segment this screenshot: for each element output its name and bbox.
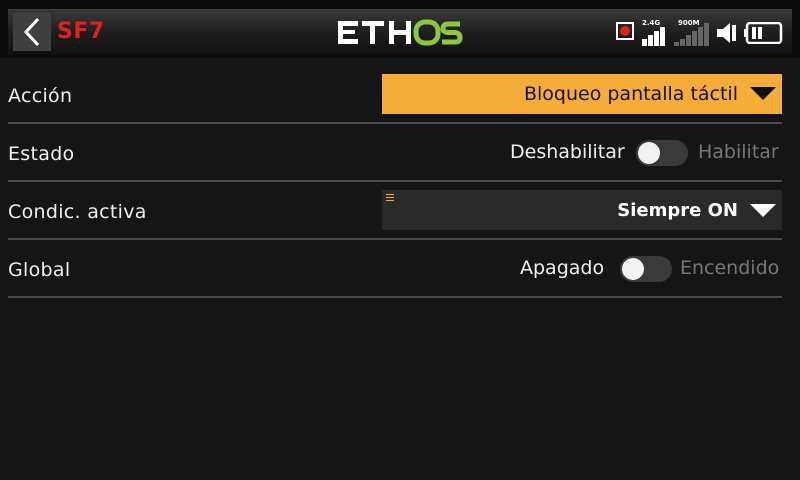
active-condition-value: Siempre ON <box>617 200 738 221</box>
chevron-left-icon <box>23 17 40 47</box>
dropdown-caret-icon <box>750 87 776 100</box>
record-icon <box>616 22 634 40</box>
toggle-knob <box>638 142 660 164</box>
global-toggle[interactable] <box>620 256 672 282</box>
row-accion: Acción Bloqueo pantalla táctil <box>8 66 782 124</box>
speaker-icon <box>717 23 736 43</box>
estado-label: Estado <box>8 143 75 165</box>
condicion-label: Condic. activa <box>8 201 147 223</box>
rf-24g-signal-icon: 2.4G <box>640 16 666 46</box>
action-select-value: Bloqueo pantalla táctil <box>523 83 738 105</box>
estado-off-label: Deshabilitar <box>510 141 625 163</box>
back-button[interactable] <box>13 13 51 51</box>
estado-toggle-group: Deshabilitar Habilitar <box>508 140 782 168</box>
global-off-label: Apagado <box>520 257 605 279</box>
row-estado: Estado Deshabilitar Habilitar <box>8 124 782 182</box>
battery-icon <box>744 22 783 44</box>
global-label: Global <box>8 259 71 281</box>
accion-label: Acción <box>8 85 73 107</box>
action-select[interactable]: Bloqueo pantalla táctil <box>382 74 782 114</box>
active-condition-select[interactable]: Siempre ON <box>382 190 782 230</box>
estado-toggle[interactable] <box>636 140 688 166</box>
status-icons: 2.4G 900M <box>612 16 788 48</box>
menu-lines-icon <box>386 194 394 201</box>
row-condicion-activa: Condic. activa Siempre ON <box>8 182 782 240</box>
rf-24g-label: 2.4G <box>642 19 661 27</box>
dropdown-caret-icon <box>750 204 776 217</box>
row-global: Global Apagado Encendido <box>8 240 782 298</box>
rf-900m-label: 900M <box>678 19 700 27</box>
top-bar: SF7 2.4G 900M <box>0 0 800 58</box>
toggle-knob <box>622 258 644 280</box>
global-toggle-group: Apagado Encendido <box>518 256 782 284</box>
estado-on-label: Habilitar <box>698 141 779 163</box>
special-function-label: SF7 <box>57 19 105 44</box>
rf-900m-signal-icon: 900M <box>672 16 712 46</box>
global-on-label: Encendido <box>680 257 780 279</box>
ethos-logo <box>338 19 463 46</box>
